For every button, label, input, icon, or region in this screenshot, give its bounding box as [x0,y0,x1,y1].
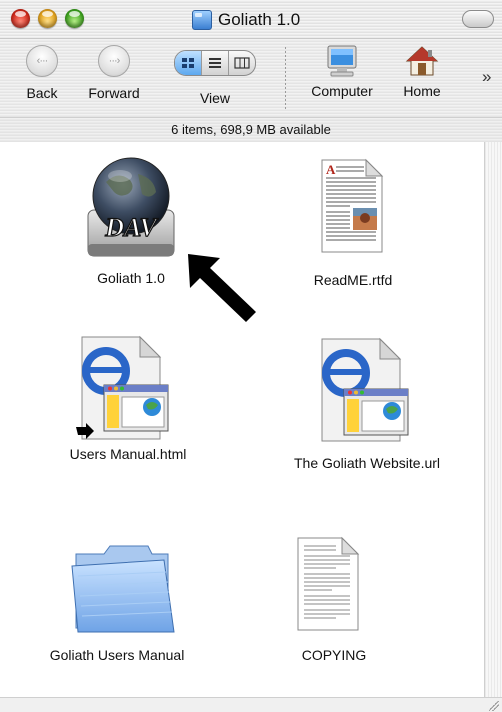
home-icon [405,46,439,76]
disk-title-icon [192,10,212,30]
resize-grip-icon[interactable] [489,701,499,711]
icon-view-button[interactable] [175,51,202,75]
file-item-goliath-website[interactable] [320,337,410,443]
svg-text:A: A [326,162,336,177]
zoom-button[interactable] [65,9,84,28]
url-document-icon [321,337,409,442]
home-label: Home [403,83,441,99]
window-bottom-bar [0,697,502,712]
minimize-button[interactable] [38,9,57,28]
file-item-goliath-users-manual-folder[interactable] [68,540,178,636]
forward-arrow-icon: ···› [98,45,130,77]
close-button[interactable] [11,9,30,28]
finder-window: Goliath 1.0 ‹··· Back ···› Forward View … [0,0,502,712]
file-label-goliath-website[interactable]: The Goliath Website.url [294,455,440,471]
list-view-button[interactable] [202,51,229,75]
file-label-users-manual-html[interactable]: Users Manual.html [70,446,187,462]
pointer-arrow-icon [188,254,256,322]
forward-button[interactable]: ···› Forward [80,45,148,101]
svg-text:DAV: DAV [104,213,159,242]
vertical-scrollbar[interactable] [484,142,502,697]
file-label-goliath-users-manual-folder[interactable]: Goliath Users Manual [50,647,185,663]
toolbar-separator [285,47,286,109]
status-bar: 6 items, 698,9 MB available [0,117,502,143]
file-item-goliath-disk[interactable]: DAV [84,152,178,260]
window-title-text: Goliath 1.0 [218,10,301,29]
toolbar-toggle-button[interactable] [462,10,494,28]
back-button[interactable]: ‹··· Back [12,45,72,101]
title-bar[interactable]: Goliath 1.0 [0,0,502,39]
back-label: Back [26,85,58,101]
file-label-goliath-disk[interactable]: Goliath 1.0 [97,270,165,286]
view-segmented-control [174,50,256,76]
file-item-copying[interactable] [296,536,360,632]
list-lines-icon [209,58,221,68]
view-label: View [199,90,231,106]
rtfd-document-icon: A [321,158,384,253]
file-item-readme[interactable]: A [320,158,384,254]
columns-icon [234,57,250,69]
file-item-users-manual-html[interactable] [74,335,174,441]
computer-icon [327,45,357,77]
window-title: Goliath 1.0 [192,9,300,31]
back-arrow-icon: ‹··· [26,45,58,77]
home-button[interactable]: Home [392,45,452,99]
forward-label: Forward [88,85,140,101]
computer-label: Computer [311,83,373,99]
html-document-alias-icon [76,335,169,440]
toolbar: ‹··· Back ···› Forward View Computer Hom… [0,39,502,117]
file-label-readme[interactable]: ReadME.rtfd [314,272,393,288]
computer-button[interactable]: Computer [300,45,384,99]
file-label-copying[interactable]: COPYING [302,647,367,663]
column-view-button[interactable] [229,51,255,75]
dav-disk-icon: DAV [87,157,175,257]
text-document-icon [297,536,360,631]
view-control: View [160,45,270,106]
folder-icon [71,545,175,633]
icon-grid-icon [182,58,194,68]
toolbar-overflow-chevron-icon[interactable]: » [482,67,491,87]
